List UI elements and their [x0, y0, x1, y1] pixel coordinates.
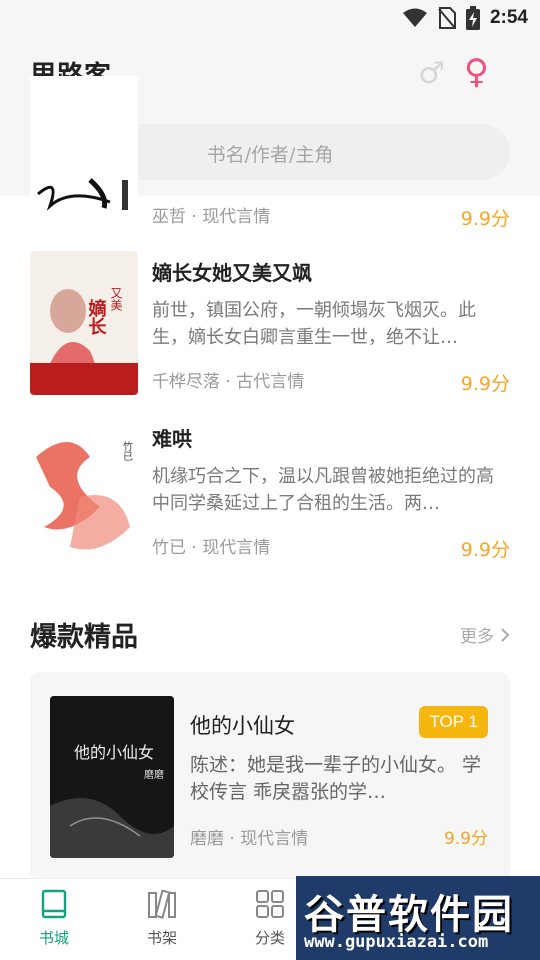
book-desc: 机缘巧合之下，温以凡跟曾被她拒绝过的高中同学桑延过上了合租的生活。两… [152, 466, 494, 514]
svg-text:又美: 又美 [109, 287, 123, 311]
book-cover: 嫡长 又美 [30, 251, 138, 395]
featured-title: 他的小仙女 [190, 714, 295, 738]
book-price: 9.9分 [460, 208, 510, 230]
book-author: 磨磨 [190, 829, 224, 849]
wifi-icon [402, 8, 427, 27]
book-cover: 竹已 [30, 417, 138, 561]
nav-bookstore[interactable]: 书城 [14, 889, 94, 948]
meta-dot: · [220, 372, 237, 392]
nav-bookshelf[interactable]: 书架 [122, 889, 202, 948]
nav-label: 书架 [146, 929, 177, 947]
battery-charging-icon [465, 6, 480, 30]
svg-text:竹已: 竹已 [121, 440, 133, 461]
more-label: 更多 [460, 627, 494, 647]
watermark: 谷普软件园 www.gupuxiazai.com [296, 876, 540, 960]
top-badge: TOP 1 [419, 706, 488, 738]
book-cover-art: 他的小仙女 磨磨 [50, 696, 174, 858]
featured-desc: 陈述：她是我一辈子的小仙女。 学校传言 乖戾嚣张的学… [190, 754, 482, 803]
book-cover-art: 嫡长 又美 [30, 251, 138, 395]
female-icon[interactable]: ♀ [464, 52, 489, 92]
status-icons: 2:54 [402, 6, 528, 30]
status-time: 2:54 [489, 7, 528, 28]
no-sim-icon [438, 7, 456, 29]
cover-title: 他的小仙女 [74, 743, 154, 762]
book-category: 古代言情 [236, 372, 305, 392]
cover-author: 磨磨 [144, 769, 164, 781]
book-price: 9.9分 [460, 539, 510, 561]
featured-price: 9.9分 [443, 829, 488, 849]
grid-icon [256, 890, 284, 918]
book-author: 竹已 [152, 538, 186, 558]
book-category: 现代言情 [202, 207, 271, 227]
book-desc: 前世，镇国公府，一朝倾塌灰飞烟灭。此生，嫡长女白卿言重生一世，绝不让… [152, 300, 476, 348]
svg-text:嫡长: 嫡长 [86, 298, 107, 336]
book-author: 巫哲 [152, 207, 186, 227]
list-item[interactable]: 竹已 难哄 机缘巧合之下，温以凡跟曾被她拒绝过的高中同学桑延过上了合租的生活。两… [0, 417, 540, 567]
book-cover [30, 76, 138, 220]
featured-book-card[interactable]: 他的小仙女 磨磨 他的小仙女 TOP 1 陈述：她是我一辈子的小仙女。 学校传言… [30, 672, 510, 882]
more-link[interactable]: 更多 [460, 622, 510, 647]
meta-dot: · [224, 829, 241, 849]
meta-dot: · [186, 538, 203, 558]
book-title: 嫡长女她又美又飒 [152, 261, 312, 285]
book-cover-art: 竹已 [30, 417, 138, 561]
featured-meta: 磨磨 · 现代言情 [190, 824, 308, 849]
nav-label: 书城 [38, 929, 69, 947]
book-cover: 他的小仙女 磨磨 [50, 696, 174, 858]
chevron-right-icon [501, 627, 510, 642]
book-title: 难哄 [152, 427, 192, 451]
male-icon[interactable]: ♂ [418, 56, 445, 91]
book-price: 9.9分 [460, 373, 510, 395]
book-meta: 竹已 · 现代言情 [152, 533, 270, 558]
watermark-url: www.gupuxiazai.com [304, 932, 489, 952]
bookshelf-icon [148, 889, 176, 919]
book-icon [41, 889, 67, 919]
section-title: 爆款精品 [30, 622, 138, 653]
book-author: 千桦尽落 [152, 372, 220, 392]
book-category: 现代言情 [202, 538, 271, 558]
meta-dot: · [186, 207, 203, 227]
status-bar: 2:54 [0, 0, 540, 36]
book-category: 现代言情 [240, 829, 309, 849]
list-item[interactable]: 嫡长 又美 嫡长女她又美又飒 前世，镇国公府，一朝倾塌灰飞烟灭。此生，嫡长女白卿… [0, 251, 540, 401]
book-cover-art [37, 178, 128, 211]
book-meta: 千桦尽落 · 古代言情 [152, 367, 304, 392]
book-meta: 巫哲 · 现代言情 [152, 202, 270, 227]
